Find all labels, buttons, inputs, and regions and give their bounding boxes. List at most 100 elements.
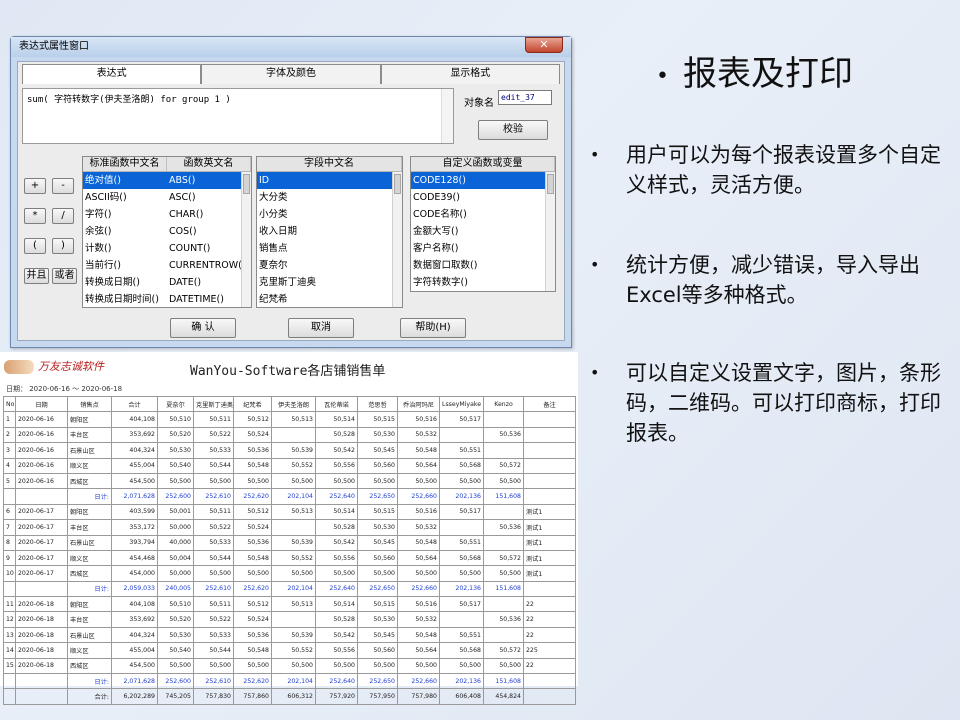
- table-row: 13 2020-06-18 石景山区 404,324 50,530 50,533 50,53…: [3, 626, 576, 644]
- custom-list-item[interactable]: 客户名称(): [411, 240, 555, 257]
- table-cell: 757,920: [315, 688, 358, 705]
- table-cell: 50,000: [157, 565, 194, 582]
- table-cell: 252,650: [357, 580, 398, 598]
- tab-display-format[interactable]: 显示格式: [380, 64, 560, 84]
- table-cell: 50,530: [357, 519, 398, 536]
- function-en-name: COUNT(): [169, 243, 211, 254]
- table-cell: 2020-06-16: [15, 426, 68, 444]
- ok-button[interactable]: 确 认: [170, 318, 236, 338]
- tab-font-color[interactable]: 字体及颜色: [201, 64, 381, 84]
- function-list-item[interactable]: 绝对值() ABS(): [83, 172, 251, 189]
- table-cell: 6: [3, 503, 16, 521]
- custom-list-item[interactable]: CODE名称(): [411, 206, 555, 223]
- dialog-titlebar[interactable]: 表达式属性窗口 ✕: [11, 37, 571, 57]
- custom-list-item[interactable]: CODE128(): [411, 172, 555, 189]
- table-cell: 50,548: [233, 549, 272, 567]
- tab-bar: 表达式 字体及颜色 显示格式: [22, 64, 560, 84]
- custom-list-scrollbar[interactable]: [545, 172, 555, 291]
- custom-function-list[interactable]: 自定义函数或变量 CODE128() CODE39() CODE名称() 金额大写()…: [410, 156, 556, 292]
- close-paren-button[interactable]: ): [52, 238, 74, 254]
- table-cell: 2,071,628: [111, 673, 158, 690]
- table-cell: 50,548: [397, 534, 440, 551]
- function-list-item[interactable]: ASCII码() ASC(): [83, 189, 251, 206]
- plus-button[interactable]: +: [24, 178, 46, 194]
- expression-editor[interactable]: sum( 字符转数字(伊夫圣洛朗) for group 1 ): [22, 88, 454, 144]
- function-list-item[interactable]: 字符() CHAR(): [83, 206, 251, 223]
- help-button[interactable]: 帮助(H): [400, 318, 466, 338]
- field-list-scrollbar[interactable]: [392, 172, 402, 307]
- table-cell: [15, 688, 68, 705]
- table-cell: 50,539: [271, 534, 316, 551]
- table-cell: 50,516: [397, 411, 440, 428]
- table-cell: 丰台区: [67, 426, 112, 444]
- function-list-scrollbar[interactable]: [241, 172, 251, 307]
- field-list-item[interactable]: 纪梵希: [257, 291, 402, 307]
- table-cell: [271, 426, 316, 444]
- table-cell: 2020-06-16: [15, 472, 68, 490]
- field-list-item[interactable]: ID: [257, 172, 402, 189]
- open-paren-button[interactable]: (: [24, 238, 46, 254]
- field-name: 克里斯丁迪奥: [259, 277, 317, 288]
- function-list[interactable]: 标准函数中文名 函数英文名 绝对值() ABS() ASCII码() ASC() 字符(…: [82, 156, 252, 308]
- function-list-item[interactable]: 转换成日期时间() DATETIME(): [83, 291, 251, 307]
- field-list-item[interactable]: 夏奈尔: [257, 257, 402, 274]
- field-list-item[interactable]: 销售点: [257, 240, 402, 257]
- cancel-button[interactable]: 取消: [288, 318, 354, 338]
- column-header: 备注: [523, 395, 576, 413]
- field-name: 夏奈尔: [259, 260, 288, 271]
- table-cell: 50,500: [439, 472, 484, 490]
- divide-button[interactable]: /: [52, 208, 74, 224]
- field-list-item[interactable]: 小分类: [257, 206, 402, 223]
- table-cell: 252,640: [315, 580, 358, 598]
- table-cell: 50,522: [193, 611, 234, 628]
- table-cell: 50,545: [357, 442, 398, 459]
- table-row: 14 2020-06-18 顺义区 455,004 50,540 50,544 50,548…: [3, 642, 576, 659]
- scroll-thumb[interactable]: [547, 174, 554, 194]
- table-cell: 50,524: [233, 426, 272, 444]
- table-cell: 50,536: [483, 519, 524, 536]
- table-cell: 日计:: [67, 488, 112, 505]
- field-list-item[interactable]: 收入日期: [257, 223, 402, 240]
- table-row: 1 2020-06-16 朝阳区 404,108 50,510 50,511 50,512 5…: [3, 411, 576, 428]
- table-cell: 50,533: [193, 626, 234, 644]
- table-cell: 50,536: [233, 626, 272, 644]
- scroll-thumb[interactable]: [394, 174, 401, 194]
- multiply-button[interactable]: *: [24, 208, 46, 224]
- verify-button[interactable]: 校验: [478, 120, 548, 140]
- function-list-item[interactable]: 余弦() COS(): [83, 223, 251, 240]
- field-list-item[interactable]: 大分类: [257, 189, 402, 206]
- custom-list-item[interactable]: 字符转数字(): [411, 274, 555, 291]
- custom-list-item[interactable]: CODE39(): [411, 189, 555, 206]
- minus-button[interactable]: -: [52, 178, 74, 194]
- function-list-item[interactable]: 转换成日期() DATE(): [83, 274, 251, 291]
- close-button[interactable]: ✕: [525, 37, 563, 53]
- table-cell: 50,516: [397, 503, 440, 521]
- function-cn-name: 余弦(): [85, 226, 112, 237]
- table-cell: [483, 411, 524, 428]
- or-button[interactable]: 或者: [52, 268, 77, 284]
- scroll-thumb[interactable]: [243, 174, 250, 194]
- table-cell: 50,500: [483, 565, 524, 582]
- table-cell: 252,610: [193, 673, 234, 690]
- tab-expression[interactable]: 表达式: [22, 64, 202, 84]
- function-list-item[interactable]: 当前行() CURRENTROW(): [83, 257, 251, 274]
- table-cell: 202,136: [439, 488, 484, 505]
- custom-list-item[interactable]: 金额大写(): [411, 223, 555, 240]
- table-cell: 50,000: [157, 519, 194, 536]
- function-list-item[interactable]: 计数() COUNT(): [83, 240, 251, 257]
- object-name-input[interactable]: edit_37: [498, 90, 552, 105]
- field-name: 小分类: [259, 209, 288, 220]
- table-cell: 2020-06-16: [15, 442, 68, 459]
- table-cell: 50,528: [315, 426, 358, 444]
- table-cell: [3, 580, 16, 598]
- custom-list-item[interactable]: 数据窗口取数(): [411, 257, 555, 274]
- table-row: 12 2020-06-18 丰台区 353,692 50,520 50,522 50,524…: [3, 611, 576, 628]
- table-cell: 50,500: [357, 472, 398, 490]
- table-cell: 353,692: [111, 611, 158, 628]
- field-list-item[interactable]: 克里斯丁迪奥: [257, 274, 402, 291]
- and-button[interactable]: 并且: [24, 268, 49, 284]
- expression-scrollbar[interactable]: [441, 89, 453, 143]
- table-cell: 50,552: [271, 457, 316, 474]
- field-list[interactable]: 字段中文名 ID 大分类 小分类 收入日期 销售点 夏奈尔 克里斯丁迪奥 纪梵希: [256, 156, 403, 308]
- table-cell: 50,500: [193, 472, 234, 490]
